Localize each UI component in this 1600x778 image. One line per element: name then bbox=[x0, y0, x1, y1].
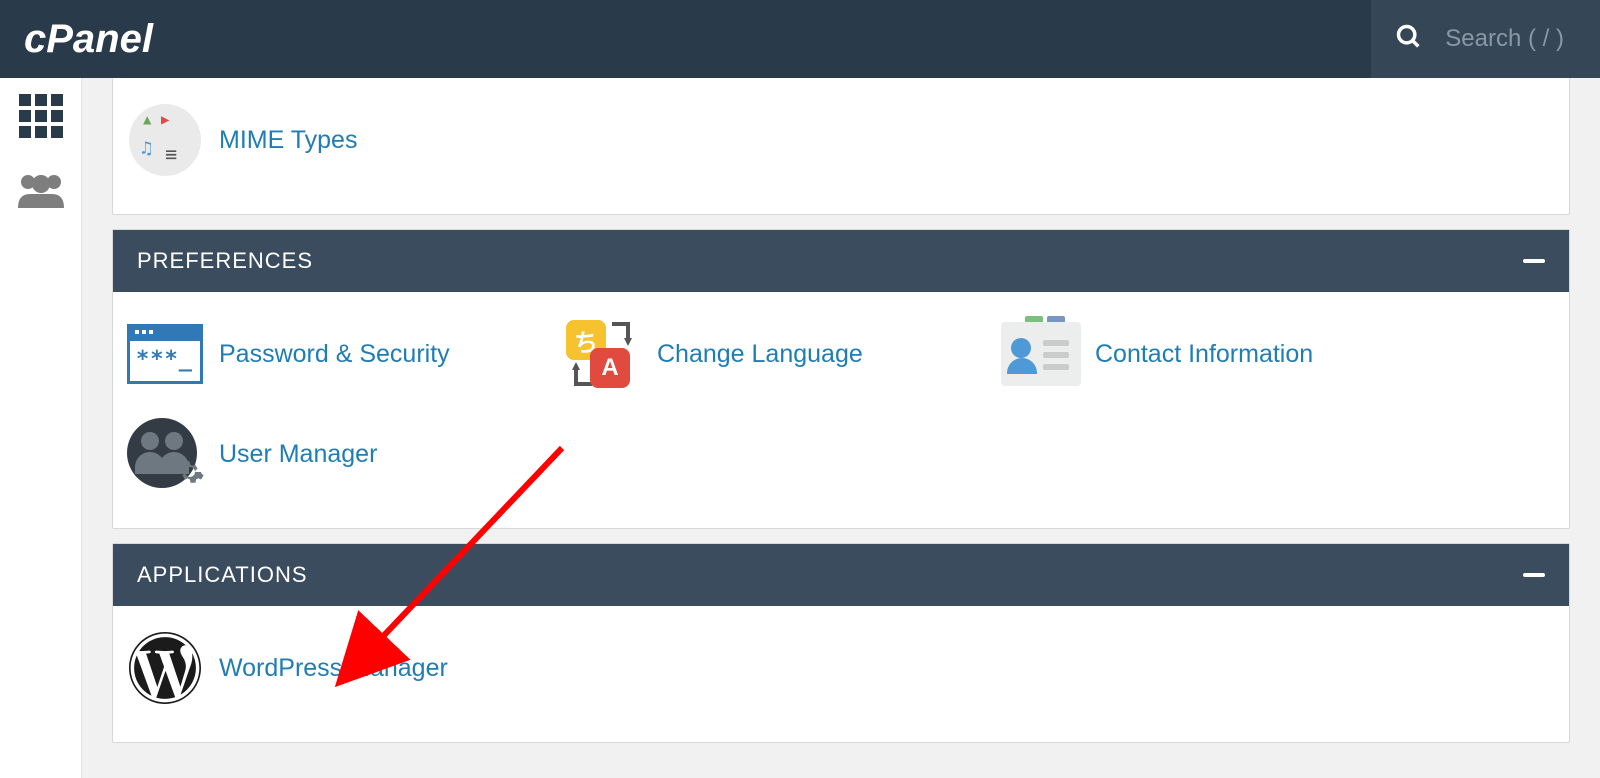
panel-applications: APPLICATIONS WordPress Manager bbox=[112, 543, 1570, 743]
item-label: Contact Information bbox=[1095, 340, 1313, 369]
wordpress-icon bbox=[125, 634, 205, 702]
item-contact-information[interactable]: Contact Information bbox=[1001, 320, 1431, 388]
panel-title: APPLICATIONS bbox=[137, 562, 308, 588]
search-icon bbox=[1395, 23, 1423, 56]
mime-types-icon: ▲ ▶ ♫ ≡ bbox=[125, 106, 205, 174]
search-box[interactable]: Search ( / ) bbox=[1371, 0, 1600, 78]
cpanel-logo[interactable]: cPanel bbox=[24, 18, 196, 60]
user-manager-icon bbox=[125, 420, 205, 488]
collapse-icon bbox=[1523, 259, 1545, 263]
collapse-icon bbox=[1523, 573, 1545, 577]
item-label: Password & Security bbox=[219, 340, 450, 369]
panel-partial: ▲ ▶ ♫ ≡ MIME Types bbox=[112, 78, 1570, 215]
item-mime-types[interactable]: ▲ ▶ ♫ ≡ MIME Types bbox=[125, 106, 555, 174]
home-grid-icon[interactable] bbox=[17, 92, 65, 140]
users-icon[interactable] bbox=[16, 172, 66, 213]
panel-preferences: PREFERENCES ***_ Password & Security bbox=[112, 229, 1570, 529]
item-user-manager[interactable]: User Manager bbox=[125, 420, 555, 488]
item-change-language[interactable]: ち A Change Language bbox=[563, 320, 993, 388]
top-bar: cPanel Search ( / ) bbox=[0, 0, 1600, 78]
item-label: MIME Types bbox=[219, 126, 357, 155]
svg-text:cPanel: cPanel bbox=[24, 18, 154, 60]
change-language-icon: ち A bbox=[563, 320, 643, 388]
item-password-security[interactable]: ***_ Password & Security bbox=[125, 320, 555, 388]
password-security-icon: ***_ bbox=[125, 320, 205, 388]
left-rail bbox=[0, 78, 82, 778]
panel-preferences-header[interactable]: PREFERENCES bbox=[113, 230, 1569, 292]
search-placeholder: Search ( / ) bbox=[1445, 25, 1564, 53]
contact-information-icon bbox=[1001, 320, 1081, 388]
main-content: ▲ ▶ ♫ ≡ MIME Types PREFERENCES bbox=[82, 78, 1600, 778]
panel-applications-header[interactable]: APPLICATIONS bbox=[113, 544, 1569, 606]
item-label: User Manager bbox=[219, 440, 377, 469]
item-label: WordPress Manager bbox=[219, 654, 448, 683]
item-label: Change Language bbox=[657, 340, 863, 369]
item-wordpress-manager[interactable]: WordPress Manager bbox=[125, 634, 555, 702]
panel-title: PREFERENCES bbox=[137, 248, 313, 274]
